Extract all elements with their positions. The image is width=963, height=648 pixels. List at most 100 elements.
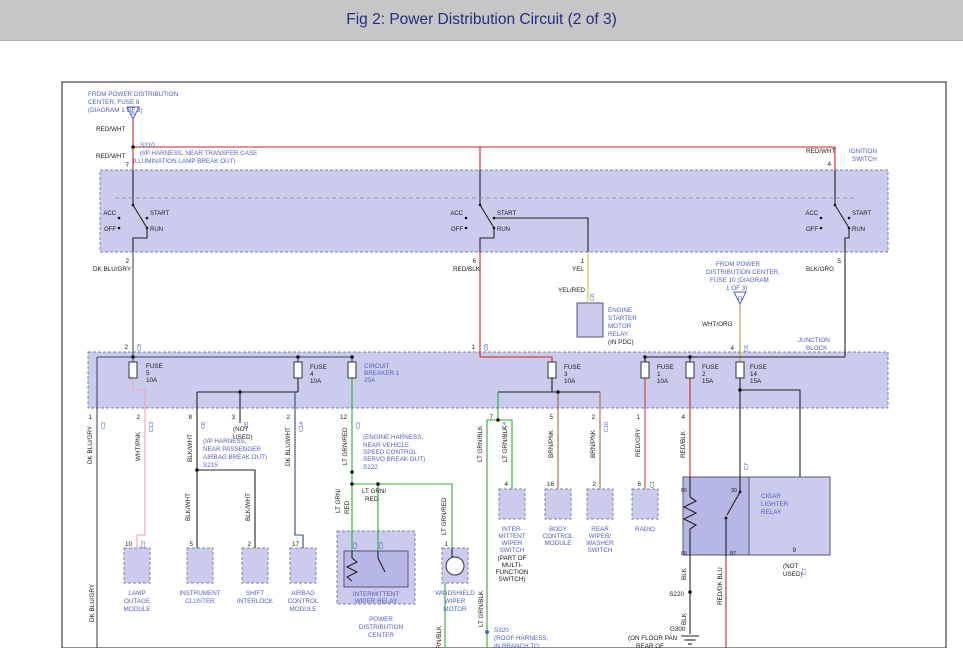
splice-dot: [195, 468, 199, 472]
diagram-label: MOTOR: [443, 606, 467, 613]
diagram-label: C2: [353, 542, 359, 549]
diagram-label: 6: [472, 258, 476, 265]
diagram-label: 1: [580, 258, 584, 265]
diagram-label: 1: [444, 541, 448, 548]
diagram-label: BLK: [681, 567, 688, 580]
splice-dot: [238, 390, 242, 394]
diagram-label: RED/BLK: [680, 430, 687, 458]
switch-contact-dot: [820, 227, 823, 230]
diagram-label: LT GRN/RED: [441, 497, 448, 535]
switch-contact-dot: [146, 227, 149, 230]
motor-circle-symbol: [446, 557, 464, 575]
switch-contact-dot: [118, 217, 121, 220]
diagram-label: OUTAGE: [124, 598, 150, 605]
diagram-label: LT GRN/BLK: [477, 425, 484, 462]
fuse-symbol: [294, 362, 302, 378]
diagram-label: 10A: [657, 378, 669, 385]
diagram-label: (PART OF: [498, 555, 527, 562]
diagram-label: FROM POWER: [716, 261, 761, 268]
diagram-label: LT GRN/BLK: [478, 590, 485, 627]
diagram-label: C3: [379, 542, 385, 549]
diagram-label: 10A: [310, 378, 322, 385]
switch-contact-dot: [479, 204, 482, 207]
diagram-label: 12: [340, 414, 348, 421]
diagram-label: 86: [681, 488, 687, 494]
splice-dot: [738, 388, 742, 392]
diagram-label: ACC: [805, 211, 818, 217]
diagram-label: LT GRN/: [362, 488, 387, 495]
diagram-label: BLK/WHT: [187, 434, 194, 462]
diagram-label: C8: [484, 344, 490, 351]
figure-title-bar: Fig 2: Power Distribution Circuit (2 of …: [0, 0, 963, 41]
diagram-label: 2: [124, 344, 128, 351]
component-box-intermittent-wiper-relay-inner: [344, 551, 408, 587]
diagram-label: (NOT: [233, 426, 249, 433]
diagram-label: (DIAGRAM 1 OF 3): [88, 107, 143, 114]
diagram-label: 4: [504, 481, 508, 488]
component-box-shift-interlock: [242, 548, 268, 583]
diagram-label: 14: [750, 371, 758, 378]
diagram-label: BRN/PNK: [590, 429, 597, 458]
diagram-label: MULTI-: [502, 562, 523, 569]
diagram-label: 5: [549, 414, 553, 421]
diagram-label: RED/GRY: [635, 428, 642, 457]
fuse-symbol: [736, 362, 744, 378]
switch-contact-dot: [465, 227, 468, 230]
diagram-label: INTER-: [502, 526, 523, 533]
diagram-label: 5: [146, 370, 150, 377]
diagram-label: 2: [247, 541, 251, 548]
diagram-label: BLK/ORG: [806, 266, 834, 273]
component-box-airbag-control-module: [290, 548, 316, 583]
diagram-label: IN BRANCH TO: [494, 643, 539, 648]
diagram-label: FUSE: [702, 364, 719, 371]
diagram-label: WHT/PNK: [135, 431, 142, 461]
splice-dot: [350, 482, 354, 486]
diagram-label: 5: [189, 541, 193, 548]
diagram-label: REAR OF: [636, 643, 664, 648]
diagram-label: FUSE: [146, 363, 163, 370]
splice-dot: [350, 355, 354, 359]
diagram-label: C13: [149, 422, 155, 432]
diagram-label: WIPER: [502, 540, 523, 547]
diagram-label: (ON FLOOR PAN: [628, 635, 678, 642]
diagram-label: C14: [299, 422, 305, 432]
diagram-label: (NOT: [783, 563, 799, 570]
diagram-label: SWITCH: [852, 156, 877, 163]
diagram-label: 1: [88, 414, 92, 421]
fuse-symbol: [348, 362, 356, 378]
component-box-radio: [632, 489, 658, 519]
diagram-label: 2: [286, 414, 290, 421]
diagram-label: SWITCH): [499, 576, 526, 583]
switch-contact-dot: [848, 227, 851, 230]
diagram-label: 7: [489, 414, 493, 421]
diagram-label: 15A: [702, 378, 714, 385]
diagram-label: 4: [310, 371, 314, 378]
switch-contact-dot: [834, 204, 837, 207]
diagram-label: 6: [637, 481, 641, 488]
splice-dot: [376, 482, 380, 486]
splice-dot: [485, 630, 489, 634]
diagram-label: C2: [101, 422, 107, 429]
diagram-label: CONTROL: [543, 533, 574, 540]
component-box-cigar-lighter-relay-inner: [683, 477, 749, 555]
diagram-label: DK BLU/GRY: [87, 425, 94, 464]
diagram-label: CLUSTER: [185, 598, 215, 605]
diagram-label: RADIO: [635, 526, 655, 533]
diagram-label: 7: [125, 162, 129, 169]
diagram-label: DISTRIBUTION: [359, 624, 404, 631]
diagram-label: S210: [140, 142, 155, 149]
diagram-label: MITTENT: [498, 533, 525, 540]
diagram-label: BLK/WHT: [185, 493, 192, 521]
diagram-label: POWER: [369, 616, 393, 623]
component-box-engine-starter-motor-relay: [577, 303, 603, 337]
diagram-label: CENTER, FUSE 8: [88, 99, 140, 106]
diagram-label: C2: [356, 422, 362, 429]
diagram-label: WIPER RELAY: [355, 598, 398, 605]
diagram-label: DK BLU/GRY: [93, 266, 132, 273]
diagram-label: MODULE: [124, 606, 151, 613]
diagram-label: RED/BLK: [453, 266, 481, 273]
diagram-label: START: [497, 211, 516, 217]
diagram-label: LAMP: [128, 590, 145, 597]
switch-contact-dot: [820, 217, 823, 220]
diagram-label: 2: [136, 414, 140, 421]
